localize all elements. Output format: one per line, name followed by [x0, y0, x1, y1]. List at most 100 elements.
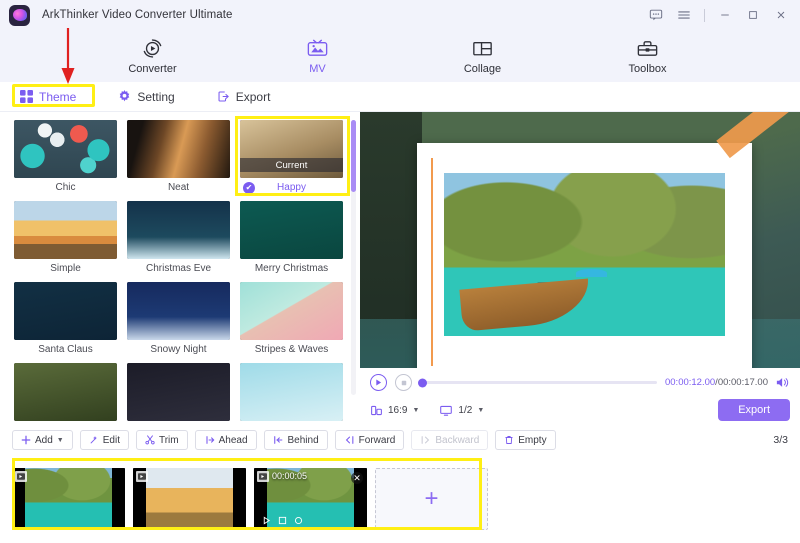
nav-label: Converter — [128, 62, 177, 75]
preview-photo-frame — [417, 143, 752, 391]
button-label: Empty — [518, 434, 547, 446]
theme-item-happy[interactable]: Current ✔ Happy — [240, 120, 343, 194]
menu-icon[interactable] — [671, 2, 697, 28]
scissors-icon — [145, 435, 155, 445]
theme-item-stripes-waves[interactable]: Stripes & Waves — [240, 282, 343, 355]
main-nav: Converter MV Collage Toolbox — [0, 30, 800, 82]
aspect-ratio-value: 16:9 — [388, 404, 408, 416]
maximize-icon[interactable] — [740, 2, 766, 28]
nav-label: MV — [309, 62, 326, 75]
play-button[interactable] — [370, 374, 387, 391]
chevron-down-icon[interactable]: ▼ — [57, 437, 64, 444]
preview-pane: 00:00:12.00/00:00:17.00 16:9 ▼ 1/2 ▼ Exp… — [360, 112, 800, 425]
nav-item-converter[interactable]: Converter — [105, 36, 200, 75]
wand-icon — [89, 435, 99, 445]
sub-tabs: Theme Setting Export — [0, 82, 800, 112]
window-controls — [643, 2, 794, 28]
theme-thumbnail — [240, 363, 343, 421]
theme-thumbnail: Current — [240, 120, 343, 178]
stop-button[interactable] — [395, 374, 412, 391]
main-body: Chic Neat Current ✔ Happy Simple Christm… — [0, 112, 800, 425]
theme-item-santa-claus[interactable]: Santa Claus — [14, 282, 117, 355]
feedback-icon[interactable] — [643, 2, 669, 28]
ahead-button[interactable]: Ahead — [194, 430, 257, 450]
minimize-icon[interactable] — [712, 2, 738, 28]
theme-scrollbar-thumb[interactable] — [351, 120, 356, 192]
theme-item-simple[interactable]: Simple — [14, 201, 117, 274]
clip-counter: 3/3 — [773, 434, 788, 446]
gear-icon — [120, 90, 130, 102]
empty-button[interactable]: Empty — [495, 430, 556, 450]
theme-item-neat[interactable]: Neat — [127, 120, 230, 193]
theme-label: Santa Claus — [38, 344, 93, 355]
theme-thumbnail — [14, 282, 117, 340]
add-button[interactable]: Add ▼ — [12, 430, 73, 450]
export-button[interactable]: Export — [718, 399, 790, 421]
app-logo-swirl-icon — [12, 9, 27, 21]
theme-grid: Chic Neat Current ✔ Happy Simple Christm… — [14, 120, 346, 421]
theme-item-row4-2[interactable] — [127, 363, 230, 421]
aspect-ratio-selector[interactable]: 16:9 ▼ — [370, 404, 419, 417]
player-controls: 00:00:12.00/00:00:17.00 16:9 ▼ 1/2 ▼ Exp… — [360, 368, 800, 425]
converter-icon — [143, 38, 162, 58]
theme-item-christmas-eve[interactable]: Christmas Eve — [127, 201, 230, 274]
theme-scrollbar[interactable] — [351, 120, 356, 395]
video-badge-icon — [15, 471, 27, 482]
button-label: Forward — [358, 434, 396, 446]
theme-panel: Chic Neat Current ✔ Happy Simple Christm… — [0, 112, 360, 425]
theme-item-merry-christmas[interactable]: Merry Christmas — [240, 201, 343, 274]
chevron-down-icon[interactable]: ▼ — [477, 407, 484, 414]
player-transport-row: 00:00:12.00/00:00:17.00 — [370, 374, 790, 391]
collage-icon — [473, 41, 492, 55]
chevron-down-icon[interactable]: ▼ — [412, 407, 419, 414]
video-badge-icon — [257, 471, 269, 482]
clip-toolbar: Add ▼ Edit Trim Ahead Behind Forward Bac… — [0, 425, 800, 455]
theme-thumbnail — [14, 120, 117, 178]
photo-umbrella — [575, 269, 607, 278]
theme-item-snowy-night[interactable]: Snowy Night — [127, 282, 230, 355]
theme-thumbnail — [127, 201, 230, 259]
theme-item-row4-1[interactable] — [14, 363, 117, 421]
trash-icon — [504, 435, 514, 445]
nav-label: Collage — [463, 62, 502, 75]
annotation-red-arrow — [60, 28, 76, 91]
theme-label: Stripes & Waves — [254, 344, 329, 355]
timeline: 00:00:05 ✕ + — [0, 455, 800, 543]
button-label: Behind — [287, 434, 319, 446]
progress-slider[interactable] — [418, 378, 657, 387]
theme-label: Happy — [277, 182, 306, 193]
backward-button: Backward — [411, 430, 489, 450]
volume-icon[interactable] — [776, 376, 790, 389]
clip-duration: 00:00:05 — [272, 471, 308, 481]
theme-item-chic[interactable]: Chic — [14, 120, 117, 193]
grid-icon — [20, 90, 33, 103]
progress-slider-handle[interactable] — [418, 378, 427, 387]
player-options-row: 16:9 ▼ 1/2 ▼ Export — [370, 399, 790, 421]
quality-selector[interactable]: 1/2 ▼ — [439, 404, 484, 417]
theme-thumbnail — [14, 201, 117, 259]
move-backward-icon — [420, 435, 431, 445]
plus-icon — [21, 435, 31, 445]
screen-icon — [440, 405, 453, 416]
nav-item-mv[interactable]: MV — [270, 36, 365, 75]
theme-item-row4-3[interactable] — [240, 363, 343, 421]
theme-thumbnail — [127, 282, 230, 340]
trim-button[interactable]: Trim — [135, 430, 188, 450]
clip-remove-icon[interactable]: ✕ — [351, 472, 363, 484]
button-label: Edit — [102, 434, 120, 446]
theme-thumbnail — [14, 363, 117, 421]
theme-label: Simple — [50, 263, 81, 274]
forward-button[interactable]: Forward — [334, 430, 405, 450]
video-badge-icon — [136, 471, 148, 482]
mv-icon — [307, 39, 328, 56]
close-icon[interactable] — [768, 2, 794, 28]
tab-export[interactable]: Export — [211, 87, 277, 107]
nav-item-collage[interactable]: Collage — [435, 36, 530, 75]
nav-item-toolbox[interactable]: Toolbox — [600, 36, 695, 75]
frame-accent-line-left — [430, 158, 433, 366]
theme-thumbnail — [240, 201, 343, 259]
tab-setting[interactable]: Setting — [112, 87, 180, 107]
edit-button[interactable]: Edit — [79, 430, 129, 450]
behind-button[interactable]: Behind — [263, 430, 328, 450]
theme-label: Christmas Eve — [145, 263, 211, 274]
